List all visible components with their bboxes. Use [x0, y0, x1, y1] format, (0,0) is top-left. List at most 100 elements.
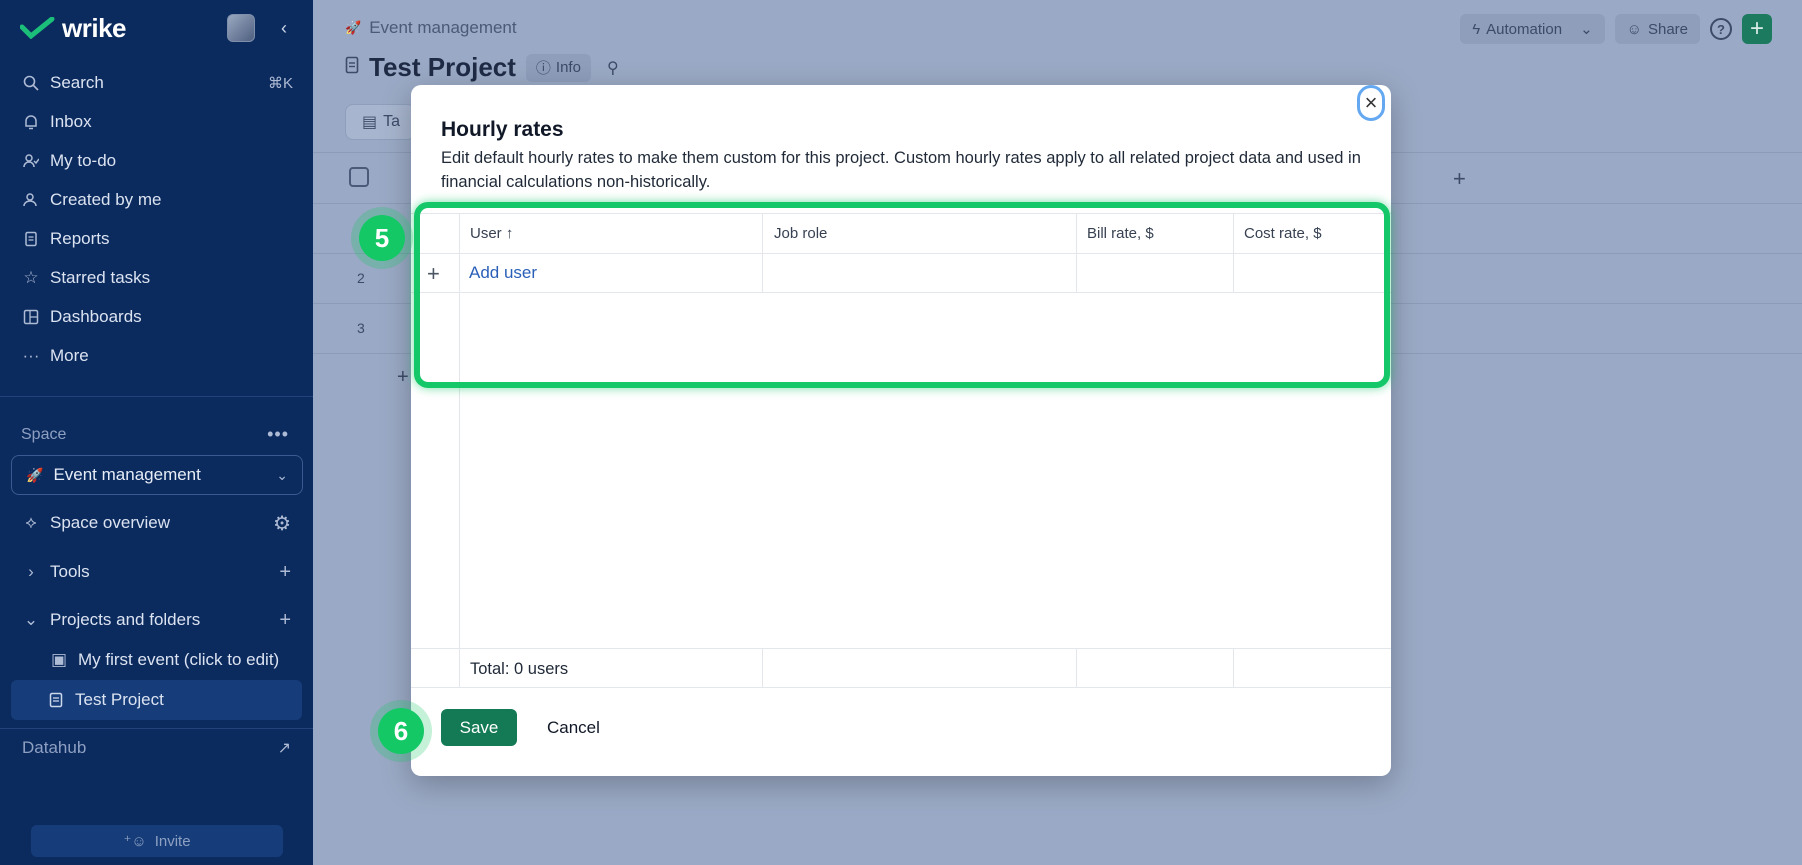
nav-created-by-me-label: Created by me	[50, 189, 162, 209]
space-selector[interactable]: 🚀 Event management ⌄	[11, 455, 303, 495]
nav-my-todo[interactable]: My to-do	[0, 141, 313, 180]
nav-reports[interactable]: Reports	[0, 219, 313, 258]
view-tab-table[interactable]: ▤ Ta	[345, 104, 415, 140]
star-icon: ☆	[23, 267, 39, 287]
info-icon: ⓘ	[535, 60, 551, 77]
tools-label: Tools	[50, 562, 90, 581]
avatar[interactable]	[227, 14, 255, 42]
wrike-check-icon	[20, 17, 55, 39]
project-item-label: My first event (click to edit)	[78, 650, 280, 669]
logo-row: wrike ‹	[20, 12, 299, 44]
table-border	[762, 648, 763, 687]
nav-dashboards-label: Dashboards	[50, 306, 142, 326]
project-icon	[345, 56, 359, 79]
pin-icon[interactable]: ⚲	[601, 58, 625, 78]
hourly-rates-dialog: × Hourly rates Edit default hourly rates…	[411, 85, 1391, 776]
nav-inbox[interactable]: Inbox	[0, 102, 313, 141]
add-row-icon[interactable]: +	[397, 366, 409, 389]
automation-button[interactable]: ϟ Automation ⌄	[1460, 14, 1605, 44]
invite-button[interactable]: ⁺☺ Invite	[31, 825, 283, 857]
project-item-my-first-event[interactable]: ▣ My first event (click to edit)	[0, 640, 313, 680]
nav-more[interactable]: ··· More	[0, 336, 313, 375]
projects-and-folders-section[interactable]: ⌄ Projects and folders +	[0, 600, 313, 640]
add-tool-icon[interactable]: +	[279, 561, 291, 584]
add-project-icon[interactable]: +	[279, 609, 291, 632]
cancel-button[interactable]: Cancel	[537, 709, 610, 746]
view-tab-label: Ta	[383, 113, 401, 130]
share-button[interactable]: ☺ Share	[1614, 14, 1700, 44]
create-new-button[interactable]: +	[1742, 14, 1772, 44]
breadcrumb[interactable]: 🚀 Event management	[345, 18, 517, 38]
step-badge-5: 5	[359, 215, 405, 261]
dialog-description: Edit default hourly rates to make them c…	[441, 149, 1361, 191]
nav-dashboards[interactable]: Dashboards	[0, 297, 313, 336]
project-item-test-project[interactable]: Test Project	[11, 680, 302, 720]
step-badge-6: 6	[378, 708, 424, 754]
space-name: Event management	[53, 465, 201, 484]
chevron-down-icon: ⌄	[1580, 21, 1593, 38]
project-icon	[47, 692, 65, 708]
bell-icon	[22, 113, 40, 131]
chevron-right-icon: ›	[28, 562, 34, 581]
projects-and-folders-label: Projects and folders	[50, 610, 201, 629]
space-more-icon[interactable]: •••	[267, 424, 289, 445]
nav-inbox-label: Inbox	[50, 111, 92, 131]
nav-reports-label: Reports	[50, 228, 110, 248]
top-actions: ϟ Automation ⌄ ☺ Share ? +	[1460, 14, 1772, 44]
nav-my-todo-label: My to-do	[50, 150, 117, 170]
info-label: Info	[555, 59, 581, 76]
datahub-link[interactable]: Datahub ↗	[0, 728, 313, 768]
total-users: Total: 0 users	[470, 660, 569, 678]
dashboard-icon	[22, 308, 40, 326]
wrike-logo[interactable]: wrike	[20, 12, 127, 44]
add-person-icon: ⁺☺	[123, 833, 147, 850]
close-icon[interactable]: ×	[1357, 85, 1385, 121]
nav-starred-tasks-label: Starred tasks	[50, 267, 151, 287]
space-overview-label: Space overview	[50, 513, 171, 532]
table-border	[411, 687, 1391, 688]
main-nav: Search ⌘K Inbox My to-do Created by me R…	[0, 63, 313, 375]
breadcrumb-space: Event management	[369, 18, 517, 37]
person-check-icon	[22, 152, 40, 170]
table-border	[1076, 648, 1077, 687]
sidebar-divider	[0, 396, 313, 397]
share-label: Share	[1647, 20, 1688, 38]
tools-section[interactable]: › Tools +	[0, 552, 313, 592]
datahub-label: Datahub	[22, 738, 87, 757]
add-column-icon[interactable]: +	[1453, 166, 1466, 192]
save-button[interactable]: Save	[441, 709, 517, 746]
automation-label: Automation	[1486, 20, 1563, 38]
info-button[interactable]: ⓘ Info	[525, 53, 591, 82]
nav-search[interactable]: Search ⌘K	[0, 63, 313, 102]
brand-name: wrike	[62, 12, 127, 43]
table-border	[411, 648, 1391, 649]
chevron-down-icon: ⌄	[276, 466, 288, 483]
page-title: Test Project	[369, 52, 516, 82]
row-number: 3	[357, 320, 365, 336]
search-shortcut: ⌘K	[267, 74, 293, 92]
space-overview-icon: ⟡	[25, 513, 37, 532]
nav-created-by-me[interactable]: Created by me	[0, 180, 313, 219]
collapse-sidebar-icon[interactable]: ‹	[281, 18, 287, 39]
space-label: Space	[21, 426, 67, 443]
row-number: 2	[357, 270, 365, 286]
report-icon	[22, 230, 40, 248]
calendar-folder-icon: ▣	[50, 650, 68, 669]
more-icon: ···	[22, 345, 40, 365]
help-icon[interactable]: ?	[1710, 18, 1732, 40]
select-all-checkbox[interactable]	[349, 167, 369, 187]
person-icon	[22, 191, 40, 209]
chevron-down-icon: ⌄	[23, 610, 39, 629]
nav-starred-tasks[interactable]: ☆ Starred tasks	[0, 258, 313, 297]
sidebar: wrike ‹ Search ⌘K Inbox My to-do Created…	[0, 0, 313, 865]
project-item-label: Test Project	[75, 690, 164, 709]
title-row: Test Project ⓘ Info ⚲	[345, 52, 625, 83]
step-highlight-frame	[414, 202, 1390, 388]
table-icon: ▤	[362, 114, 378, 131]
space-overview[interactable]: ⟡ Space overview ⚙	[0, 503, 313, 543]
gear-icon[interactable]: ⚙	[273, 511, 291, 536]
lightning-icon: ϟ	[1472, 20, 1481, 38]
topbar: 🚀 Event management ϟ Automation ⌄ ☺ Shar…	[313, 14, 1802, 44]
rocket-icon: 🚀	[26, 466, 44, 483]
search-icon	[22, 74, 40, 92]
